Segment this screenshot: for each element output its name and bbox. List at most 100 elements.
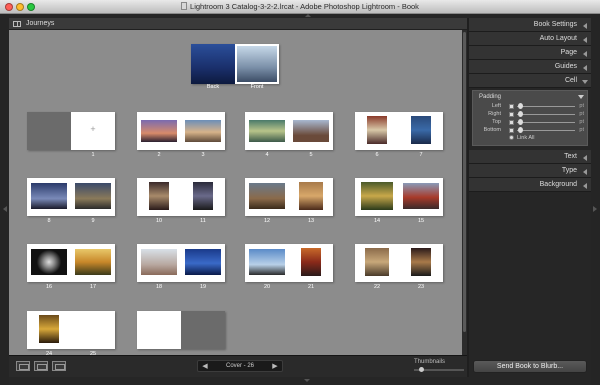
- bottom-panel-toggle[interactable]: [9, 377, 591, 385]
- page-4[interactable]: [245, 112, 289, 150]
- page-number: 5: [309, 152, 313, 158]
- padding-top-slider[interactable]: [517, 122, 575, 123]
- padding-left-knob[interactable]: [518, 103, 523, 109]
- collapse-triangle-icon: [583, 183, 587, 189]
- multi-page-view-icon[interactable]: [16, 361, 30, 371]
- padding-right-slider[interactable]: [517, 114, 575, 115]
- page-21[interactable]: [289, 244, 333, 282]
- cell-padding-group: Padding Left pt Right pt Top pt Bottom p…: [472, 90, 588, 146]
- spread-1[interactable]: [27, 112, 115, 150]
- spread-2-3[interactable]: [137, 112, 225, 150]
- page-17[interactable]: [71, 244, 115, 282]
- page-number: 10: [155, 218, 163, 224]
- scroll-thumb[interactable]: [463, 32, 466, 332]
- expand-triangle-icon: [582, 80, 588, 84]
- spread-14-15[interactable]: [355, 178, 443, 216]
- page-number: 18: [155, 284, 163, 290]
- send-area: Send Book to Blurb...: [469, 355, 591, 377]
- padding-top-row: Top pt: [473, 119, 587, 127]
- page-1[interactable]: [71, 112, 115, 150]
- page-number: 11: [200, 218, 206, 224]
- thumbnails-slider-knob[interactable]: [419, 367, 424, 372]
- page-14[interactable]: [355, 178, 399, 216]
- spread-20-21[interactable]: [245, 244, 333, 282]
- page-blank: [27, 112, 71, 150]
- page-18[interactable]: [137, 244, 181, 282]
- padding-left-unit: pt: [579, 103, 584, 109]
- spread-view-icon[interactable]: [34, 361, 48, 371]
- page-22[interactable]: [355, 244, 399, 282]
- spread-24-25[interactable]: [27, 311, 115, 349]
- thumbnails-slider[interactable]: [414, 367, 464, 372]
- page-24[interactable]: [27, 311, 71, 349]
- spread-12-13[interactable]: [245, 178, 333, 216]
- canvas-scrollbar[interactable]: [462, 30, 467, 355]
- previous-page-button[interactable]: ◀: [200, 362, 210, 370]
- page-15[interactable]: [399, 178, 443, 216]
- padding-left-slider[interactable]: [517, 106, 575, 107]
- spread-16-17[interactable]: [27, 244, 115, 282]
- link-all-option[interactable]: Link All: [509, 135, 534, 141]
- page-6[interactable]: [355, 112, 399, 150]
- panel-page[interactable]: Page: [469, 46, 591, 60]
- left-panel-toggle[interactable]: [0, 14, 9, 385]
- cover-spread[interactable]: [191, 44, 279, 84]
- right-panel: Book Settings Auto Layout Page Guides Ce…: [469, 18, 591, 355]
- page-9[interactable]: [71, 178, 115, 216]
- panel-auto-layout[interactable]: Auto Layout: [469, 32, 591, 46]
- page-number: 4: [265, 152, 269, 158]
- next-page-button[interactable]: ▶: [270, 362, 280, 370]
- panel-type[interactable]: Type: [469, 164, 591, 178]
- page-number: 23: [417, 284, 425, 290]
- right-panel-toggle[interactable]: [591, 14, 600, 385]
- panel-guides[interactable]: Guides: [469, 60, 591, 74]
- page-3[interactable]: [181, 112, 225, 150]
- panel-cell[interactable]: Cell: [469, 74, 591, 88]
- page-16[interactable]: [27, 244, 71, 282]
- panel-label: Guides: [554, 63, 577, 70]
- padding-left-checkbox[interactable]: [509, 104, 514, 109]
- padding-expand-icon[interactable]: [578, 95, 584, 99]
- spread-4-5[interactable]: [245, 112, 333, 150]
- spread-8-9[interactable]: [27, 178, 115, 216]
- page-19[interactable]: [181, 244, 225, 282]
- page-25[interactable]: [71, 311, 115, 349]
- front-cover[interactable]: [235, 44, 279, 84]
- send-book-to-blurb-button[interactable]: Send Book to Blurb...: [473, 360, 587, 373]
- page-number: 26: [155, 343, 163, 349]
- panel-text[interactable]: Text: [469, 150, 591, 164]
- panel-label: Background: [539, 181, 577, 188]
- lightroom-window: Lightroom 3 Catalog-3-2-2.lrcat - Adobe …: [0, 0, 600, 385]
- panel-background[interactable]: Background: [469, 178, 591, 192]
- page-8[interactable]: [27, 178, 71, 216]
- back-cover[interactable]: [191, 44, 235, 84]
- page-20[interactable]: [245, 244, 289, 282]
- page-13[interactable]: [289, 178, 333, 216]
- padding-bottom-knob[interactable]: [518, 127, 523, 133]
- padding-bottom-checkbox[interactable]: [509, 128, 514, 133]
- padding-bottom-slider[interactable]: [517, 130, 575, 131]
- single-page-view-icon[interactable]: [52, 361, 66, 371]
- page-number: 16: [45, 284, 53, 290]
- spread-18-19[interactable]: [137, 244, 225, 282]
- page-11[interactable]: [181, 178, 225, 216]
- padding-right-knob[interactable]: [518, 111, 523, 117]
- page-2[interactable]: [137, 112, 181, 150]
- page-5[interactable]: [289, 112, 333, 150]
- padding-top-checkbox[interactable]: [509, 120, 514, 125]
- page-number: 9: [91, 218, 95, 224]
- panel-book-settings[interactable]: Book Settings: [469, 18, 591, 32]
- padding-right-checkbox[interactable]: [509, 112, 514, 117]
- spread-22-23[interactable]: [355, 244, 443, 282]
- front-label: Front: [250, 84, 264, 90]
- page-12[interactable]: [245, 178, 289, 216]
- page-7[interactable]: [399, 112, 443, 150]
- page-10[interactable]: [137, 178, 181, 216]
- spread-10-11[interactable]: [137, 178, 225, 216]
- page-23[interactable]: [399, 244, 443, 282]
- back-label: Back: [206, 84, 220, 90]
- padding-top-knob[interactable]: [518, 119, 523, 125]
- page-number: 22: [373, 284, 381, 290]
- link-all-radio[interactable]: [509, 135, 514, 140]
- spread-6-7[interactable]: [355, 112, 443, 150]
